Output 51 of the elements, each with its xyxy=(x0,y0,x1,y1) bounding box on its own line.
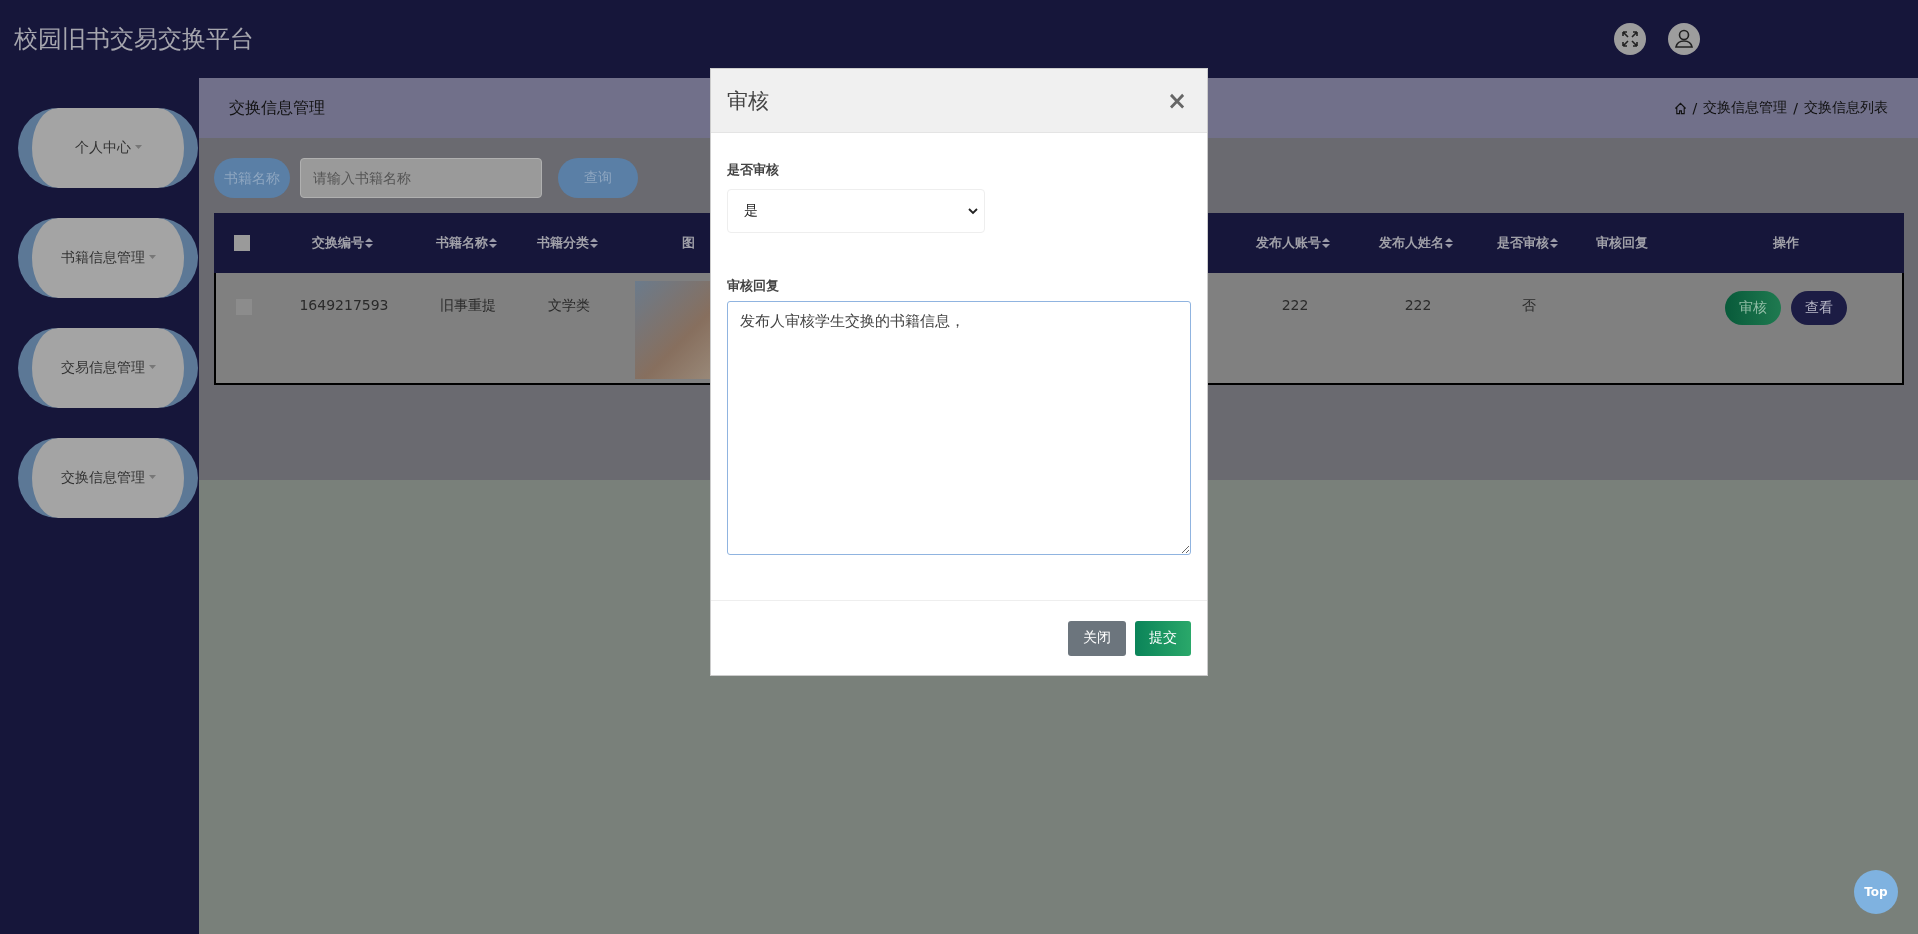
view-button[interactable]: 查看 xyxy=(1791,291,1847,325)
column-header: 发布人账号 xyxy=(1256,234,1330,252)
field-label: 审核回复 xyxy=(727,277,780,295)
breadcrumb-separator: / xyxy=(1692,100,1698,116)
table-cell-text: 222 xyxy=(1404,297,1432,315)
site-title: 校园旧书交易交换平台 xyxy=(14,24,254,55)
chevron-down-icon xyxy=(968,207,978,215)
breadcrumb-link[interactable]: 交换信息管理 xyxy=(1703,99,1788,117)
caret-icon xyxy=(148,365,156,369)
caret-icon xyxy=(148,255,156,259)
column-header: 审核回复 xyxy=(1596,234,1648,252)
caret-icon xyxy=(134,145,142,149)
submit-button[interactable]: 提交 xyxy=(1135,620,1191,656)
breadcrumb-separator: / xyxy=(1793,100,1798,116)
sidebar-menu-item[interactable]: 书籍信息管理 xyxy=(18,218,198,298)
breadcrumb-link[interactable]: 交换信息列表 xyxy=(1804,99,1888,117)
column-header: 操作 xyxy=(1773,234,1799,252)
reply-textarea[interactable]: 发布人审核学生交换的书籍信息， xyxy=(727,301,1191,555)
sidebar-menu-item[interactable]: 交换信息管理 xyxy=(18,438,198,518)
column-header: 发布人姓名 xyxy=(1379,234,1453,252)
select-all-checkbox[interactable] xyxy=(234,235,250,251)
column-header: 书籍名称 xyxy=(435,234,497,252)
sort-icon[interactable] xyxy=(1322,238,1330,248)
field-label: 是否审核 xyxy=(727,161,780,179)
table-cell-text: 1649217593 xyxy=(299,297,389,315)
page-title: 交换信息管理 xyxy=(229,97,325,119)
user-icon[interactable] xyxy=(1668,23,1700,55)
review-button[interactable]: 审核 xyxy=(1725,291,1781,325)
fullscreen-icon[interactable] xyxy=(1614,23,1646,55)
column-header: 书籍分类 xyxy=(536,234,598,252)
home-icon[interactable] xyxy=(1673,101,1687,115)
sidebar-menu-item[interactable]: 交易信息管理 xyxy=(18,328,198,408)
sort-icon[interactable] xyxy=(589,238,598,248)
dialog-title: 审核 xyxy=(727,87,769,115)
sort-icon[interactable] xyxy=(1445,238,1453,248)
sort-icon[interactable] xyxy=(1549,238,1558,248)
table-cell-text: 否 xyxy=(1522,297,1536,315)
sort-icon[interactable] xyxy=(364,238,373,248)
column-header: 是否审核 xyxy=(1496,234,1558,252)
close-button[interactable]: × xyxy=(1162,86,1191,115)
sidebar-menu-item[interactable]: 个人中心 xyxy=(18,108,198,188)
table-cell-text: 222 xyxy=(1281,297,1309,315)
column-header: 图 xyxy=(681,234,695,252)
table-cell-text: 文学类 xyxy=(548,297,590,315)
caret-icon xyxy=(148,475,156,479)
select-field[interactable]: 是 xyxy=(727,189,985,233)
search-field[interactable]: 请输入书籍名称 xyxy=(300,158,542,198)
column-header: 交换编号 xyxy=(311,234,373,252)
close-dialog-button[interactable]: 关闭 xyxy=(1068,620,1126,656)
sort-icon[interactable] xyxy=(488,238,497,248)
table-cell-text: 旧事重提 xyxy=(440,297,496,315)
